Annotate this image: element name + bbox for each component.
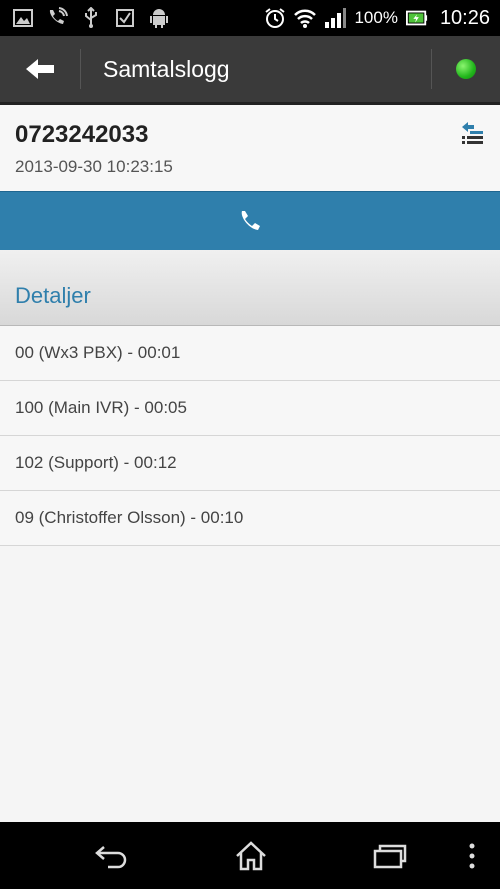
navigation-bar: [0, 822, 500, 889]
alarm-icon: [264, 7, 286, 29]
page-title: Samtalslogg: [103, 55, 230, 82]
status-bar: 100% 10:26: [0, 0, 500, 36]
back-button[interactable]: [0, 36, 80, 102]
nav-home-button[interactable]: [231, 839, 271, 873]
details-section-header: Detaljer: [0, 250, 500, 326]
checkbox-icon: [114, 7, 136, 29]
call-info: 0723242033 2013-09-30 10:23:15: [0, 105, 500, 191]
nav-recent-apps-button[interactable]: [370, 839, 410, 873]
phone-icon: [241, 211, 260, 230]
list-item[interactable]: 00 (Wx3 PBX) - 00:01: [0, 326, 500, 381]
status-indicator-icon: [456, 59, 476, 79]
battery-icon: [405, 7, 428, 29]
notification-icons: [0, 7, 170, 29]
list-item[interactable]: 100 (Main IVR) - 00:05: [0, 381, 500, 436]
section-title: Detaljer: [15, 283, 91, 308]
call-datetime: 2013-09-30 10:23:15: [15, 157, 173, 176]
details-list: 00 (Wx3 PBX) - 00:01 100 (Main IVR) - 00…: [0, 326, 500, 546]
list-menu-icon[interactable]: [460, 119, 484, 147]
nav-back-button[interactable]: [92, 839, 132, 873]
image-icon: [12, 7, 34, 29]
recent-apps-icon: [373, 844, 407, 869]
connection-status[interactable]: [432, 36, 500, 102]
list-item[interactable]: 09 (Christoffer Olsson) - 00:10: [0, 491, 500, 546]
call-button[interactable]: [0, 191, 500, 251]
clock: 10:26: [439, 6, 490, 29]
action-bar: Samtalslogg: [0, 36, 500, 105]
android-icon: [148, 7, 170, 29]
nav-menu-button[interactable]: [462, 839, 482, 873]
phone-number: 0723242033: [15, 121, 149, 148]
signal-icon: [324, 7, 347, 29]
battery-percent: 100%: [354, 8, 398, 27]
back-arrow-icon: [26, 59, 54, 79]
home-icon: [236, 841, 266, 871]
nav-back-icon: [95, 846, 127, 869]
call-wifi-icon: [46, 7, 68, 29]
system-status: 100% 10:26: [264, 7, 500, 30]
usb-icon: [80, 7, 102, 29]
overflow-menu-icon: [469, 843, 475, 869]
wifi-icon: [294, 7, 317, 29]
list-item[interactable]: 102 (Support) - 00:12: [0, 436, 500, 491]
